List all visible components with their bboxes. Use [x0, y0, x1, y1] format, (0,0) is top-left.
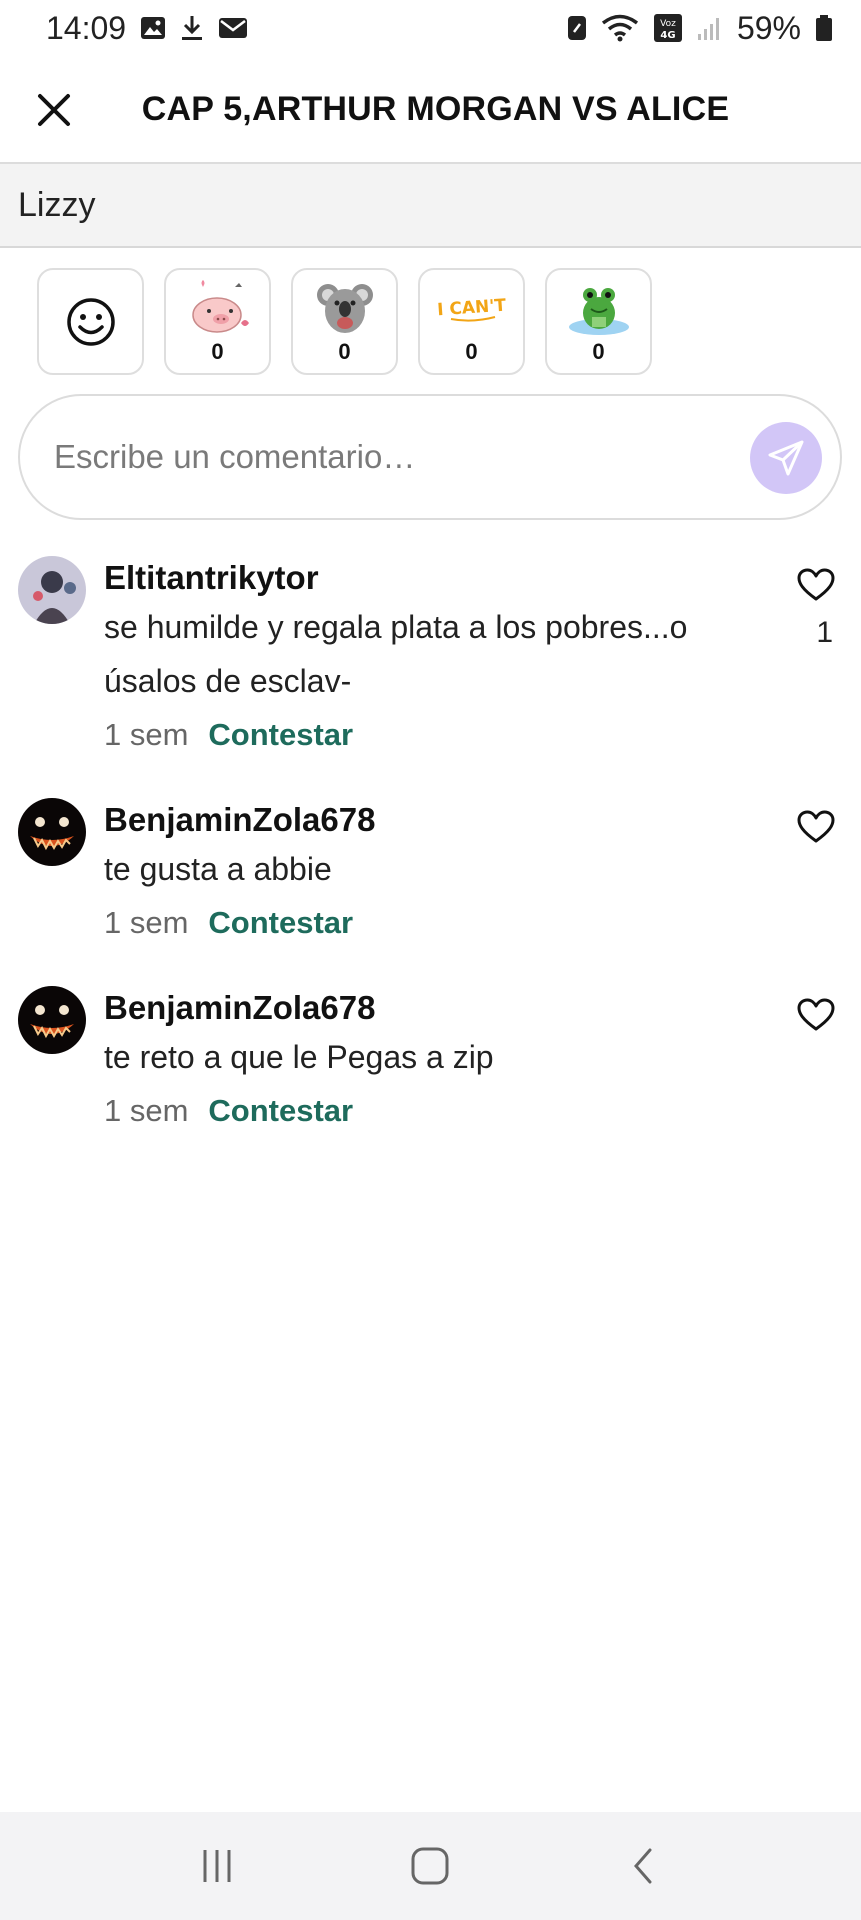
- reply-button[interactable]: Contestar: [208, 1084, 353, 1138]
- close-icon: [38, 94, 70, 126]
- send-icon: [768, 440, 804, 476]
- wifi-icon: [601, 14, 639, 42]
- download-icon: [180, 14, 204, 42]
- reaction-count: 0: [592, 338, 605, 364]
- reply-button[interactable]: Contestar: [208, 896, 353, 950]
- author-name: Lizzy: [18, 185, 96, 224]
- comment-body: BenjaminZola678 te gusta a abbie 1 sem C…: [104, 798, 724, 950]
- svg-text:I CAN'T: I CAN'T: [437, 295, 507, 320]
- status-time: 14:09: [46, 9, 127, 46]
- like-button[interactable]: [793, 804, 839, 850]
- reaction-count: 0: [465, 338, 478, 364]
- comment-username[interactable]: BenjaminZola678: [104, 798, 724, 842]
- smiley-icon: [66, 297, 115, 346]
- reaction-frog[interactable]: 0: [545, 268, 652, 375]
- recent-apps-icon: [203, 1850, 231, 1882]
- recent-apps-button[interactable]: [177, 1836, 257, 1896]
- reaction-i-cant[interactable]: I CAN'T 0: [418, 268, 525, 375]
- comment-text-line: te gusta a abbie: [104, 851, 332, 887]
- avatar[interactable]: [18, 798, 86, 866]
- comment-time: 1 sem: [104, 905, 189, 940]
- i-cant-sticker-icon: I CAN'T: [437, 279, 507, 337]
- reaction-pig[interactable]: 0: [164, 268, 271, 375]
- comment-input[interactable]: [54, 438, 694, 476]
- reaction-count: 0: [211, 338, 224, 364]
- like-button[interactable]: [793, 992, 839, 1038]
- comment-time: 1 sem: [104, 1093, 189, 1128]
- add-reaction-button[interactable]: [37, 268, 144, 375]
- comment-meta: 1 sem Contestar: [104, 1084, 724, 1138]
- gallery-icon: [140, 15, 166, 41]
- home-button[interactable]: [390, 1836, 470, 1896]
- mail-icon: [218, 16, 248, 40]
- reply-button[interactable]: Contestar: [208, 708, 353, 762]
- header: CAP 5,ARTHUR MORGAN VS ALICE: [0, 56, 861, 164]
- comment-box: [18, 394, 842, 520]
- comment-body: Eltitantrikytor se humilde y regala plat…: [104, 556, 724, 762]
- battery-icon: [815, 14, 833, 42]
- reaction-koala[interactable]: 0: [291, 268, 398, 375]
- comment-text-line: úsalos de esclav-: [104, 663, 352, 699]
- status-right: Voz 4G 59%: [567, 10, 833, 47]
- battery-percent: 59%: [736, 9, 801, 46]
- home-icon: [411, 1847, 449, 1885]
- author-bar: Lizzy: [0, 164, 861, 248]
- comment-text-line: se humilde y regala plata a los pobres..…: [104, 609, 688, 645]
- status-bar: 14:09 Voz 4G 59%: [0, 0, 861, 56]
- heart-icon: [797, 568, 835, 601]
- comment-time: 1 sem: [104, 717, 189, 752]
- close-button[interactable]: [30, 86, 78, 134]
- pig-sticker-icon: [183, 279, 253, 337]
- page-title: CAP 5,ARTHUR MORGAN VS ALICE: [141, 89, 730, 128]
- system-nav-bar: [0, 1812, 861, 1920]
- comment-meta: 1 sem Contestar: [104, 708, 724, 762]
- koala-sticker-icon: [310, 279, 380, 337]
- reactions-row: 0 0 I CAN'T 0 0: [37, 268, 652, 375]
- comment-username[interactable]: Eltitantrikytor: [104, 556, 724, 600]
- avatar[interactable]: [18, 556, 86, 624]
- data-saver-icon: [567, 15, 587, 41]
- signal-icon: [697, 15, 723, 41]
- frog-sticker-icon: [564, 279, 634, 337]
- svg-text:4G: 4G: [660, 30, 675, 41]
- status-left: 14:09: [46, 10, 248, 47]
- heart-icon: [797, 998, 835, 1031]
- reaction-count: 0: [338, 338, 351, 364]
- comment-username[interactable]: BenjaminZola678: [104, 986, 724, 1030]
- svg-text:Voz: Voz: [660, 19, 676, 29]
- comment-body: BenjaminZola678 te reto a que le Pegas a…: [104, 986, 724, 1138]
- back-button[interactable]: [604, 1836, 684, 1896]
- avatar[interactable]: [18, 986, 86, 1054]
- volte-4g-icon: Voz 4G: [653, 13, 683, 43]
- like-button[interactable]: [793, 562, 839, 608]
- comment-meta: 1 sem Contestar: [104, 896, 724, 950]
- send-button[interactable]: [750, 422, 822, 494]
- back-icon: [634, 1848, 652, 1884]
- heart-icon: [797, 810, 835, 843]
- like-count: 1: [816, 616, 833, 649]
- comment-text-line: te reto a que le Pegas a zip: [104, 1039, 494, 1075]
